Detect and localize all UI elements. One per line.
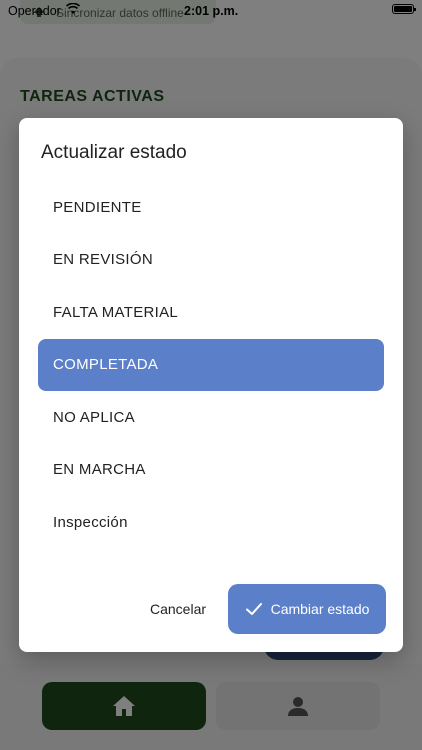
- dialog-title: Actualizar estado: [41, 142, 187, 163]
- status-bar: Operador 2:01 p.m.: [0, 0, 422, 22]
- change-status-button[interactable]: Cambiar estado: [228, 584, 386, 634]
- status-option-completada[interactable]: COMPLETADA: [38, 338, 384, 391]
- update-status-dialog: Actualizar estado PENDIENTE EN REVISIÓN …: [19, 118, 403, 652]
- carrier-name: Operador: [8, 4, 61, 18]
- battery-icon: [392, 4, 416, 14]
- status-option-pendiente[interactable]: PENDIENTE: [38, 181, 384, 234]
- clock: 2:01 p.m.: [184, 4, 239, 18]
- cancel-button[interactable]: Cancelar: [135, 584, 221, 634]
- check-icon: [245, 603, 262, 615]
- status-option-en-revision[interactable]: EN REVISIÓN: [38, 234, 384, 287]
- status-option-falta-material[interactable]: FALTA MATERIAL: [38, 286, 384, 339]
- status-option-no-aplica[interactable]: NO APLICA: [38, 391, 384, 444]
- status-option-en-marcha[interactable]: EN MARCHA: [38, 444, 384, 497]
- status-options-list: PENDIENTE EN REVISIÓN FALTA MATERIAL COM…: [38, 181, 384, 549]
- wifi-icon: [66, 3, 80, 14]
- status-option-inspeccion[interactable]: Inspección: [38, 496, 384, 549]
- change-status-label: Cambiar estado: [270, 601, 370, 617]
